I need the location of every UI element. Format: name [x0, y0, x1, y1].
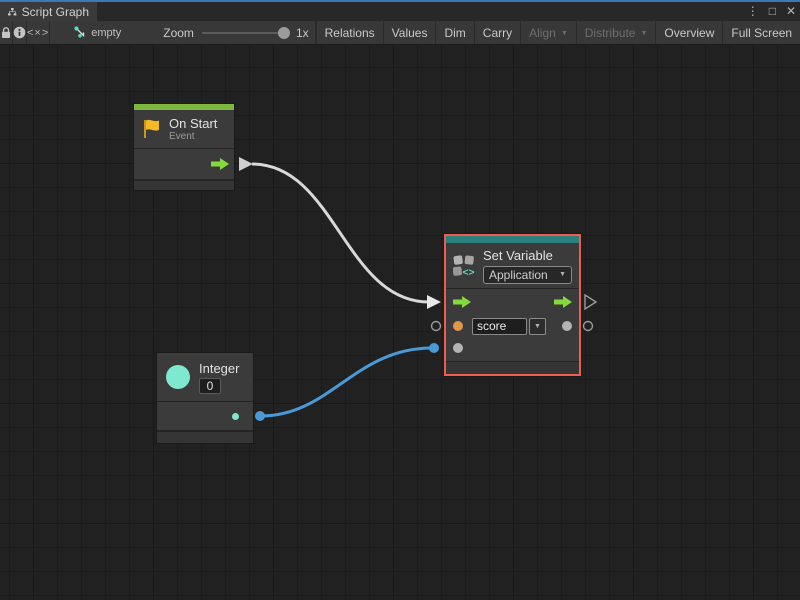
graph-icon — [8, 6, 17, 18]
code-view-button[interactable]: <×> — [27, 21, 50, 44]
chevron-down-icon: ▼ — [559, 271, 566, 278]
variables-icon: <> — [453, 251, 476, 281]
flow-output-connector-onstart[interactable] — [239, 157, 253, 171]
distribute-dropdown-button[interactable]: Distribute ▼ — [576, 21, 656, 44]
integer-value-field[interactable]: 0 — [199, 378, 221, 394]
node-subtitle: Event — [169, 131, 217, 142]
align-dropdown-button[interactable]: Align ▼ — [520, 21, 576, 44]
node-footer — [446, 362, 579, 374]
node-header-stripe — [446, 236, 579, 243]
variable-name-row: ▼ — [446, 315, 579, 337]
node-footer — [134, 181, 234, 190]
flow-input-port[interactable] — [453, 296, 471, 308]
variable-name-input-port[interactable] — [453, 321, 463, 331]
zoom-label: Zoom — [163, 26, 194, 40]
wire-value-integer-to-setvariable[interactable] — [261, 348, 432, 416]
variable-name-dropdown-button[interactable]: ▼ — [529, 318, 546, 335]
graph-pointer-group: empty — [74, 26, 121, 39]
flow-output-port[interactable] — [554, 296, 572, 308]
svg-text:<>: <> — [463, 267, 475, 278]
flow-input-connector-setvariable[interactable] — [427, 295, 441, 309]
node-header: Integer 0 — [157, 353, 253, 401]
node-port-row — [157, 402, 253, 430]
lock-button[interactable] — [0, 21, 13, 44]
close-button[interactable]: ✕ — [786, 2, 796, 21]
zoom-value: 1x — [296, 26, 309, 40]
tab-bar: Script Graph ⋮ □ ✕ — [0, 2, 800, 21]
chevron-down-icon: ▼ — [640, 30, 647, 37]
node-on-start[interactable]: On Start Event — [134, 104, 234, 190]
toolbar-buttons: Relations Values Dim Carry Align ▼ Distr… — [316, 21, 800, 44]
node-footer — [157, 432, 253, 443]
new-value-row — [446, 337, 579, 359]
dim-button[interactable]: Dim — [435, 21, 473, 44]
wire-flow-onstart-to-setvariable[interactable] — [252, 164, 429, 302]
variable-value-output-port[interactable] — [562, 321, 572, 331]
node-title: Set Variable — [483, 248, 572, 263]
node-title: On Start — [169, 116, 217, 131]
fullscreen-button[interactable]: Full Screen — [722, 21, 800, 44]
tab-title: Script Graph — [22, 5, 89, 19]
graph-toolbar: <×> empty Zoom 1x Relations Values — [0, 21, 800, 45]
info-icon — [13, 26, 26, 39]
graph-state-label: empty — [91, 27, 121, 39]
tab-script-graph[interactable]: Script Graph — [0, 2, 97, 21]
node-title: Integer — [199, 361, 239, 376]
variable-name-field[interactable] — [472, 318, 527, 335]
lock-icon — [0, 26, 12, 39]
flow-output-indicator-setvariable[interactable] — [585, 295, 596, 309]
value-output-indicator-setvariable[interactable] — [584, 322, 593, 331]
code-icon: <×> — [27, 27, 49, 39]
value-output-connector-integer[interactable] — [255, 411, 265, 421]
value-input-indicator-setvariable[interactable] — [432, 322, 441, 331]
integer-type-icon — [166, 365, 190, 389]
chevron-down-icon: ▼ — [561, 30, 568, 37]
chevron-down-icon: ▼ — [534, 323, 541, 330]
node-header: <> Set Variable Application ▼ — [446, 243, 579, 288]
zoom-slider[interactable] — [202, 32, 288, 34]
window-controls: ⋮ □ ✕ — [747, 2, 796, 21]
graph-canvas[interactable]: On Start Event <> — [0, 45, 800, 600]
node-integer[interactable]: Integer 0 — [157, 353, 253, 443]
node-port-row — [134, 149, 234, 179]
script-graph-window: Script Graph ⋮ □ ✕ <×> — [0, 0, 800, 600]
node-set-variable[interactable]: <> Set Variable Application ▼ — [444, 234, 581, 376]
wire-layer — [0, 45, 800, 600]
graph-info-segment: empty Zoom 1x — [50, 21, 315, 44]
flow-port-row — [446, 289, 579, 315]
integer-output-port[interactable] — [232, 413, 239, 420]
overview-button[interactable]: Overview — [655, 21, 722, 44]
graph-pointer-icon — [74, 26, 87, 39]
value-input-connector-setvariable[interactable] — [429, 343, 439, 353]
inspect-button[interactable] — [13, 21, 27, 44]
flag-icon — [142, 118, 161, 140]
new-value-input-port[interactable] — [453, 343, 463, 353]
values-button[interactable]: Values — [383, 21, 436, 44]
carry-button[interactable]: Carry — [474, 21, 520, 44]
flow-output-port[interactable] — [211, 158, 229, 170]
zoom-control: Zoom 1x — [163, 26, 308, 40]
variable-scope-dropdown[interactable]: Application ▼ — [483, 266, 572, 284]
relations-button[interactable]: Relations — [316, 21, 383, 44]
window-menu-button[interactable]: ⋮ — [747, 2, 759, 21]
node-header: On Start Event — [134, 110, 234, 148]
zoom-slider-handle[interactable] — [278, 27, 290, 39]
maximize-button[interactable]: □ — [769, 2, 776, 21]
